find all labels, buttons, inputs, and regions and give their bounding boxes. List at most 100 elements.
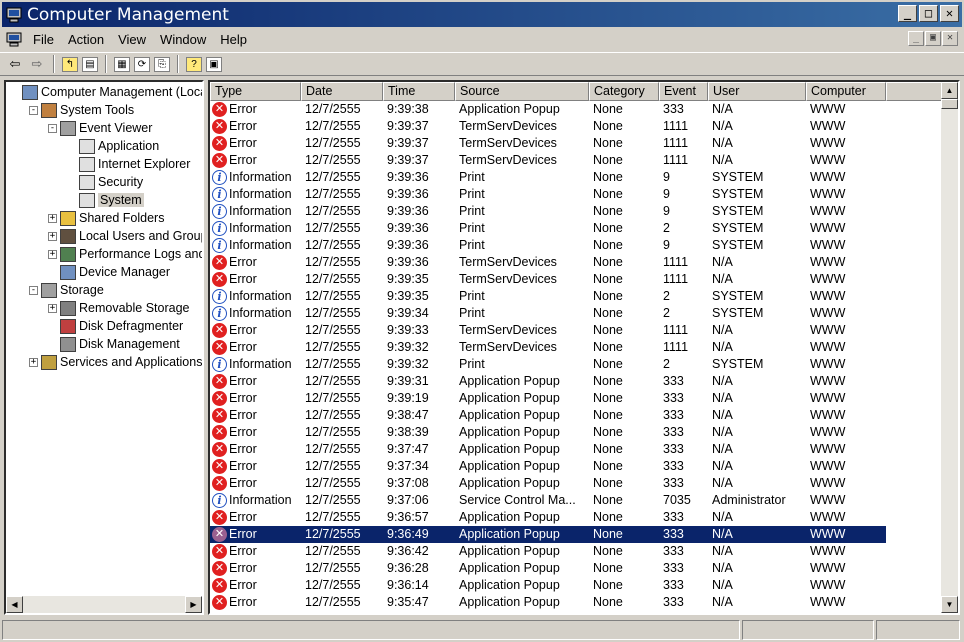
help-topics-icon[interactable]: ▣ <box>206 56 222 72</box>
console-tree[interactable]: ◀ ▶ Computer Management (Local - System To… <box>4 80 204 615</box>
tree-node[interactable]: + Services and Applications <box>29 353 202 371</box>
tree-node[interactable]: Device Manager <box>60 263 170 281</box>
menu-help[interactable]: Help <box>213 32 254 47</box>
column-header-type[interactable]: Type <box>210 82 301 101</box>
column-header-time[interactable]: Time <box>383 82 455 101</box>
table-row[interactable]: ✕ Error 12/7/2555 9:36:42 Application Popup N… <box>210 543 886 560</box>
table-row[interactable]: i Information 12/7/2555 9:39:36 Print None 9 SY… <box>210 186 886 203</box>
child-close-button[interactable]: ✕ <box>942 31 958 46</box>
expand-icon[interactable]: + <box>48 303 57 313</box>
tree-node[interactable]: - System Tools <box>29 101 134 119</box>
expand-icon[interactable]: + <box>29 357 38 367</box>
tree-node[interactable]: Disk Defragmenter <box>60 317 183 335</box>
tree-node[interactable]: + Local Users and Groups <box>48 227 202 245</box>
collapse-icon[interactable]: - <box>29 105 38 115</box>
back-arrow-icon[interactable]: ⇦ <box>6 55 24 73</box>
forward-arrow-icon[interactable]: ⇨ <box>28 55 46 73</box>
tree-node[interactable]: Internet Explorer <box>79 155 190 173</box>
table-row[interactable]: ✕ Error 12/7/2555 9:39:31 Application Popup N… <box>210 373 886 390</box>
properties-icon[interactable]: ▦ <box>114 56 130 72</box>
tree-node[interactable]: - Storage <box>29 281 104 299</box>
cell-event: 1111 <box>663 323 689 337</box>
scroll-down-arrow-icon[interactable]: ▼ <box>941 596 958 613</box>
table-row[interactable]: ✕ Error 12/7/2555 9:35:47 Application Popup N… <box>210 594 886 611</box>
menu-window[interactable]: Window <box>153 32 213 47</box>
table-row[interactable]: ✕ Error 12/7/2555 9:39:36 TermServDevices Non… <box>210 254 886 271</box>
tree-horizontal-scrollbar[interactable]: ◀ ▶ <box>6 596 202 613</box>
close-button[interactable]: ✕ <box>940 5 959 22</box>
column-header-user[interactable]: User <box>708 82 806 101</box>
expand-icon[interactable]: + <box>48 213 57 223</box>
help-icon[interactable]: ? <box>186 56 202 72</box>
table-row[interactable]: ✕ Error 12/7/2555 9:39:37 TermServDevices Non… <box>210 135 886 152</box>
scroll-left-arrow-icon[interactable]: ◀ <box>6 596 23 613</box>
column-header-computer[interactable]: Computer <box>806 82 886 101</box>
table-row[interactable]: ✕ Error 12/7/2555 9:38:47 Application Popup N… <box>210 407 886 424</box>
refresh-icon[interactable]: ⟳ <box>134 56 150 72</box>
table-row[interactable]: ✕ Error 12/7/2555 9:37:34 Application Popup N… <box>210 458 886 475</box>
event-list[interactable]: Type Date Time Source Category Event User Compu… <box>208 80 960 615</box>
table-row[interactable]: ✕ Error 12/7/2555 9:39:37 TermServDevices Non… <box>210 152 886 169</box>
scroll-right-arrow-icon[interactable]: ▶ <box>185 596 202 613</box>
tree-node[interactable]: + Removable Storage <box>48 299 189 317</box>
table-row[interactable]: ✕ Error 12/7/2555 9:36:14 Application Popup N… <box>210 577 886 594</box>
table-row[interactable]: ✕ Error 12/7/2555 9:36:49 Application Popup N… <box>210 526 886 543</box>
list-vertical-scrollbar[interactable]: ▲ ▼ <box>941 82 958 613</box>
table-row[interactable]: ✕ Error 12/7/2555 9:37:47 Application Popup N… <box>210 441 886 458</box>
table-row[interactable]: i Information 12/7/2555 9:39:34 Print None 2 SY… <box>210 305 886 322</box>
tree-node-label: Event Viewer <box>79 121 153 135</box>
cell-type: i Information <box>210 237 301 254</box>
show-hide-tree-icon[interactable]: ▤ <box>82 56 98 72</box>
table-row[interactable]: ✕ Error 12/7/2555 9:36:28 Application Popup N… <box>210 560 886 577</box>
table-row[interactable]: ✕ Error 12/7/2555 9:39:33 TermServDevices Non… <box>210 322 886 339</box>
menu-file[interactable]: File <box>26 32 61 47</box>
scroll-up-arrow-icon[interactable]: ▲ <box>941 82 958 99</box>
table-row[interactable]: ✕ Error 12/7/2555 9:39:37 TermServDevices Non… <box>210 118 886 135</box>
system-menu-icon[interactable] <box>6 32 22 48</box>
expand-icon[interactable]: + <box>48 249 57 259</box>
table-row[interactable]: i Information 12/7/2555 9:39:36 Print None 2 SY… <box>210 220 886 237</box>
menu-view[interactable]: View <box>111 32 153 47</box>
tree-node[interactable]: System <box>79 191 144 209</box>
table-row[interactable]: i Information 12/7/2555 9:39:36 Print None 9 SY… <box>210 203 886 220</box>
table-row[interactable]: ✕ Error 12/7/2555 9:39:32 TermServDevices Non… <box>210 339 886 356</box>
minimize-button[interactable]: _ <box>898 5 917 22</box>
table-row[interactable]: ✕ Error 12/7/2555 9:39:35 TermServDevices Non… <box>210 271 886 288</box>
tree-node[interactable]: Security <box>79 173 143 191</box>
table-row[interactable]: i Information 12/7/2555 9:39:36 Print None 9 SY… <box>210 169 886 186</box>
table-row[interactable]: ✕ Error 12/7/2555 9:38:39 Application Popup N… <box>210 424 886 441</box>
tree-node[interactable]: Disk Management <box>60 335 180 353</box>
table-row[interactable]: i Information 12/7/2555 9:37:06 Service Cont… <box>210 492 886 509</box>
table-row[interactable]: ✕ Error 12/7/2555 9:39:19 Application Popup N… <box>210 390 886 407</box>
tree-node[interactable]: + Shared Folders <box>48 209 164 227</box>
table-row[interactable]: ✕ Error 12/7/2555 9:37:08 Application Popup N… <box>210 475 886 492</box>
tree-node[interactable]: Computer Management (Local <box>22 83 202 101</box>
table-row[interactable]: ✕ Error 12/7/2555 9:39:38 Application Popup N… <box>210 101 886 118</box>
scroll-thumb[interactable] <box>941 99 958 109</box>
error-icon: ✕ <box>212 153 227 168</box>
child-restore-button[interactable]: ▣ <box>925 31 941 46</box>
table-row[interactable]: i Information 12/7/2555 9:39:32 Print None 2 SY… <box>210 356 886 373</box>
cell-computer: WWW <box>810 204 846 218</box>
tree-node[interactable]: + Performance Logs and A <box>48 245 202 263</box>
column-header-category[interactable]: Category <box>589 82 659 101</box>
collapse-icon[interactable]: - <box>48 123 57 133</box>
child-minimize-button[interactable]: _ <box>908 31 924 46</box>
table-row[interactable]: i Information 12/7/2555 9:39:35 Print None 2 SY… <box>210 288 886 305</box>
menu-action[interactable]: Action <box>61 32 111 47</box>
column-header-source[interactable]: Source <box>455 82 589 101</box>
maximize-button[interactable]: □ <box>919 5 938 22</box>
collapse-icon[interactable]: - <box>29 285 38 295</box>
title-bar[interactable]: Computer Management _ □ ✕ <box>0 0 964 27</box>
table-row[interactable]: ✕ Error 12/7/2555 9:36:57 Application Popup N… <box>210 509 886 526</box>
expand-icon[interactable]: + <box>48 231 57 241</box>
cell-user: N/A <box>712 527 733 541</box>
tree-node[interactable]: Application <box>79 137 159 155</box>
cell-type: ✕ Error <box>210 390 301 407</box>
column-header-event[interactable]: Event <box>659 82 708 101</box>
export-list-icon[interactable]: ⎘ <box>154 56 170 72</box>
table-row[interactable]: i Information 12/7/2555 9:39:36 Print None 9 SY… <box>210 237 886 254</box>
column-header-date[interactable]: Date <box>301 82 383 101</box>
up-one-level-icon[interactable]: ↰ <box>62 56 78 72</box>
tree-node[interactable]: - Event Viewer <box>48 119 152 137</box>
